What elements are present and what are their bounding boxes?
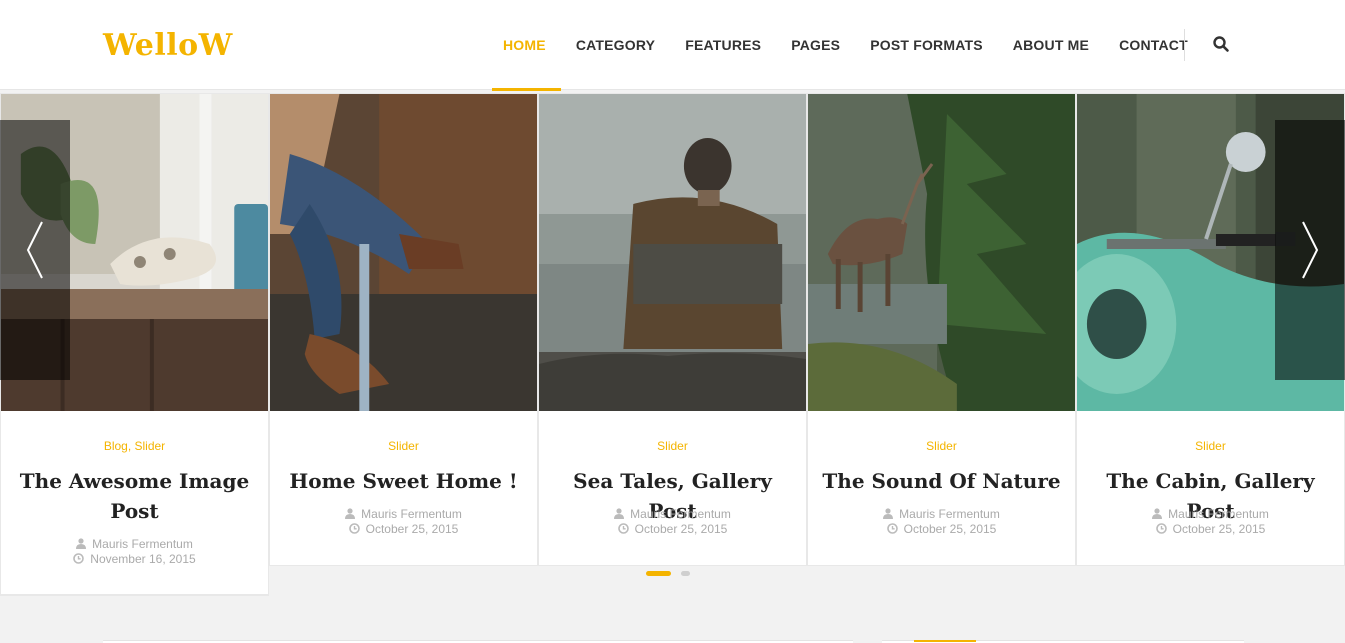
post-date: October 25, 2015 [634, 522, 728, 536]
author-name[interactable]: Mauris Fermentum [630, 507, 731, 521]
nav-category[interactable]: CATEGORY [561, 0, 670, 90]
nav-pages[interactable]: PAGES [776, 0, 855, 90]
nav-divider [1184, 29, 1185, 61]
slide-image[interactable] [539, 94, 806, 411]
slide-author: Mauris Fermentum [539, 507, 806, 523]
search-icon[interactable] [1212, 35, 1232, 55]
slide-title[interactable]: The Sound Of Nature [820, 466, 1063, 496]
slide-date: October 25, 2015 [270, 522, 537, 538]
slide-card[interactable]: Slider Home Sweet Home ! Mauris Fermentu… [269, 93, 538, 566]
slide-category[interactable]: Slider [808, 439, 1075, 453]
clock-icon [348, 523, 360, 538]
nav-about-me[interactable]: ABOUT ME [998, 0, 1104, 90]
slider-prev-button[interactable] [0, 120, 70, 380]
post-date: November 16, 2015 [90, 552, 196, 566]
user-icon [1152, 508, 1163, 523]
chevron-right-icon [1302, 221, 1319, 279]
author-name[interactable]: Mauris Fermentum [92, 537, 193, 551]
slide-title[interactable]: Home Sweet Home ! [282, 466, 525, 496]
slide-image[interactable] [808, 94, 1075, 411]
nav-features[interactable]: FEATURES [670, 0, 776, 90]
clock-icon [1155, 523, 1167, 538]
slide-date: November 16, 2015 [1, 552, 268, 568]
author-name[interactable]: Mauris Fermentum [361, 507, 462, 521]
slide-image[interactable] [270, 94, 537, 411]
slide-date: October 25, 2015 [808, 522, 1075, 538]
slide-date: October 25, 2015 [1077, 522, 1344, 538]
clock-icon [886, 523, 898, 538]
author-name[interactable]: Mauris Fermentum [1168, 507, 1269, 521]
slider-next-button[interactable] [1275, 120, 1345, 380]
nav-contact[interactable]: CONTACT [1104, 0, 1203, 90]
site-logo[interactable]: WelloW [103, 28, 233, 63]
main-nav: HOME CATEGORY FEATURES PAGES POST FORMAT… [488, 0, 1203, 91]
pagination-dot[interactable] [681, 571, 690, 576]
pagination-dot-active[interactable] [646, 571, 671, 576]
clock-icon [617, 523, 629, 538]
user-icon [76, 538, 87, 553]
post-date: October 25, 2015 [365, 522, 459, 536]
nav-home[interactable]: HOME [488, 0, 561, 91]
slide-card[interactable]: Slider The Sound Of Nature Mauris Fermen… [807, 93, 1076, 566]
slide-author: Mauris Fermentum [1, 537, 268, 553]
slider-pagination [646, 571, 690, 576]
slide-category[interactable]: Slider [270, 439, 537, 453]
slide-category[interactable]: Slider [1077, 439, 1344, 453]
chevron-left-icon [26, 221, 43, 279]
user-icon [883, 508, 894, 523]
slide-author: Mauris Fermentum [808, 507, 1075, 523]
user-icon [614, 508, 625, 523]
featured-slider: Blog, Slider The Awesome Image Post Maur… [0, 93, 1345, 598]
site-header: WelloW HOME CATEGORY FEATURES PAGES POST… [0, 0, 1345, 91]
clock-icon [73, 553, 85, 568]
author-name[interactable]: Mauris Fermentum [899, 507, 1000, 521]
user-icon [345, 508, 356, 523]
slide-date: October 25, 2015 [539, 522, 806, 538]
slide-author: Mauris Fermentum [1077, 507, 1344, 523]
slide-category[interactable]: Blog, Slider [1, 439, 268, 453]
post-date: October 25, 2015 [1172, 522, 1266, 536]
sidebar-accent-bar [914, 640, 976, 642]
slide-title[interactable]: The Awesome Image Post [13, 466, 256, 526]
slide-author: Mauris Fermentum [270, 507, 537, 523]
slide-category[interactable]: Slider [539, 439, 806, 453]
slide-card[interactable]: Slider Sea Tales, Gallery Post Mauris Fe… [538, 93, 807, 566]
post-date: October 25, 2015 [903, 522, 997, 536]
nav-post-formats[interactable]: POST FORMATS [855, 0, 998, 90]
